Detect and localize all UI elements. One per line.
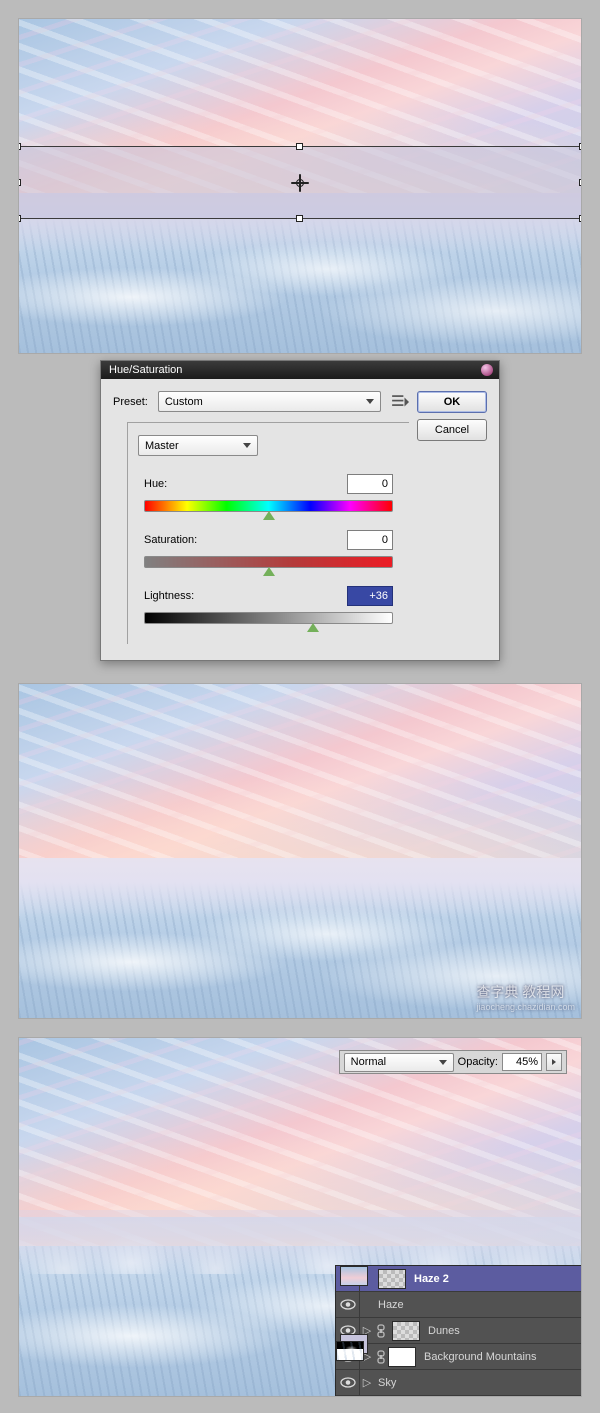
blend-mode-value: Normal <box>351 1056 386 1068</box>
lightness-input[interactable] <box>347 586 393 606</box>
layer-row[interactable]: ▷Background Mountains <box>336 1344 581 1370</box>
layer-row[interactable]: ▷Haze 2 <box>336 1266 581 1292</box>
disclosure-triangle-icon[interactable]: ▷ <box>360 1376 374 1389</box>
transform-handle-bl[interactable] <box>18 215 21 222</box>
canvas-preview-3: Normal Opacity: 查字典 教程网 jiaocheng.chazid… <box>18 1037 582 1397</box>
haze-band-light <box>19 858 581 918</box>
blend-mode-dropdown[interactable]: Normal <box>344 1053 454 1072</box>
chevron-down-icon <box>243 443 251 448</box>
transform-handle-ml[interactable] <box>18 179 21 186</box>
preset-label: Preset: <box>113 396 148 408</box>
transform-center-icon[interactable] <box>291 174 309 192</box>
transform-handle-mr[interactable] <box>579 179 582 186</box>
layer-row[interactable]: ▷Dunes <box>336 1318 581 1344</box>
transform-handle-mb[interactable] <box>296 215 303 222</box>
transform-handle-tr[interactable] <box>579 143 582 150</box>
preset-menu-icon[interactable] <box>391 393 409 411</box>
chevron-down-icon <box>439 1060 447 1065</box>
lightness-slider[interactable] <box>144 612 393 624</box>
opacity-flyout-button[interactable] <box>546 1053 562 1071</box>
layer-thumbnail[interactable] <box>392 1321 420 1341</box>
saturation-input[interactable] <box>347 530 393 550</box>
dialog-titlebar[interactable]: Hue/Saturation <box>101 361 499 379</box>
ok-button[interactable]: OK <box>417 391 487 413</box>
visibility-eye-icon[interactable] <box>336 1292 360 1317</box>
layer-name[interactable]: Haze <box>374 1299 575 1311</box>
saturation-label: Saturation: <box>144 534 197 546</box>
chevron-down-icon <box>366 399 374 404</box>
lightness-slider-thumb[interactable] <box>307 623 319 632</box>
hue-label: Hue: <box>144 478 167 490</box>
close-icon[interactable] <box>481 364 493 376</box>
layer-mask-thumbnail[interactable] <box>336 1341 364 1361</box>
layer-row[interactable]: ▷Sky <box>336 1370 581 1396</box>
saturation-slider[interactable] <box>144 556 393 568</box>
opacity-input[interactable] <box>502 1053 542 1071</box>
transform-handle-tl[interactable] <box>18 143 21 150</box>
lightness-label: Lightness: <box>144 590 194 602</box>
layers-panel: ▷Haze 2▷Haze▷Dunes▷Background Mountains▷… <box>335 1265 581 1396</box>
canvas-preview-1 <box>18 18 582 354</box>
channel-dropdown[interactable]: Master <box>138 435 258 456</box>
preset-dropdown[interactable]: Custom <box>158 391 381 412</box>
dialog-title: Hue/Saturation <box>109 364 182 376</box>
layer-mask-thumbnail[interactable] <box>388 1347 416 1367</box>
layer-thumbnail[interactable] <box>340 1266 368 1286</box>
preset-value: Custom <box>165 396 203 408</box>
saturation-slider-thumb[interactable] <box>263 567 275 576</box>
transform-handle-mt[interactable] <box>296 143 303 150</box>
canvas-preview-2: 查字典 教程网 jiaocheng.chazidian.com <box>18 683 582 1019</box>
mask-link-icon[interactable] <box>374 1324 388 1338</box>
opacity-label: Opacity: <box>458 1056 498 1068</box>
hue-slider[interactable] <box>144 500 393 512</box>
layer-name[interactable]: Haze 2 <box>410 1273 575 1285</box>
transform-handle-br[interactable] <box>579 215 582 222</box>
hue-saturation-dialog: Hue/Saturation Preset: Custom Mas <box>100 360 500 661</box>
layer-name[interactable]: Background Mountains <box>420 1351 575 1363</box>
triangle-right-icon <box>552 1059 556 1065</box>
hue-input[interactable] <box>347 474 393 494</box>
mask-link-icon[interactable] <box>374 1350 388 1364</box>
clouds-texture <box>19 684 581 878</box>
visibility-eye-icon[interactable] <box>336 1370 360 1395</box>
layer-name[interactable]: Dunes <box>424 1325 575 1337</box>
layer-thumbnail[interactable] <box>378 1269 406 1289</box>
channel-value: Master <box>145 440 179 452</box>
transform-bounds[interactable] <box>18 146 582 219</box>
layer-options-bar: Normal Opacity: <box>339 1050 567 1074</box>
hue-slider-thumb[interactable] <box>263 511 275 520</box>
layer-row[interactable]: ▷Haze <box>336 1292 581 1318</box>
cancel-button[interactable]: Cancel <box>417 419 487 441</box>
